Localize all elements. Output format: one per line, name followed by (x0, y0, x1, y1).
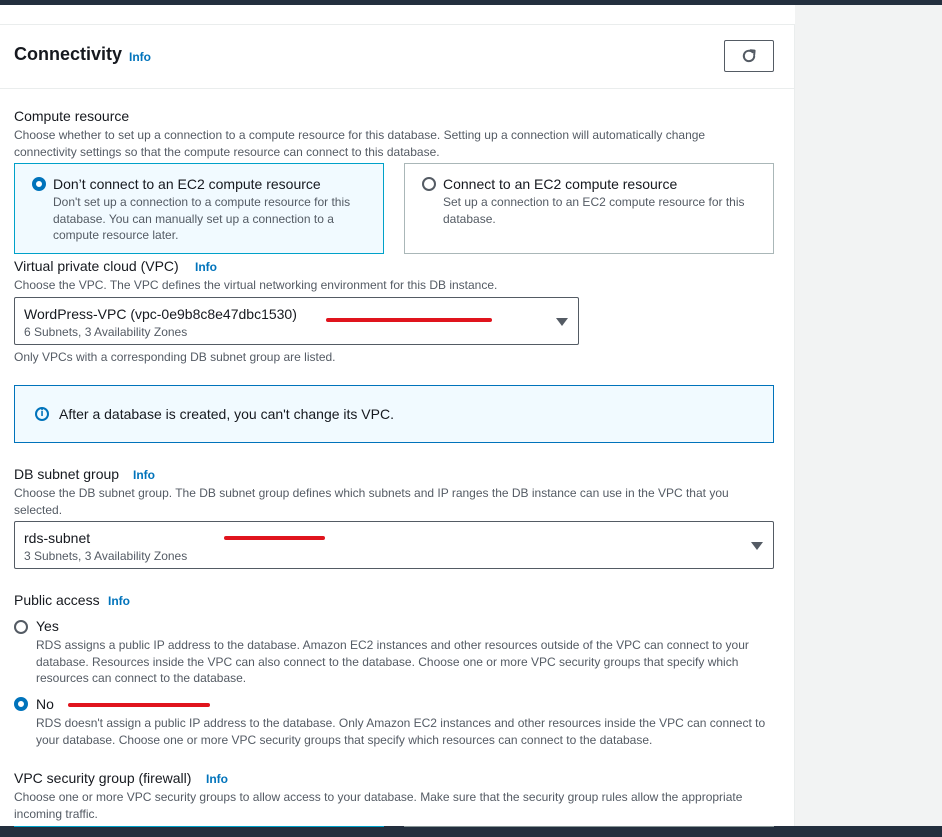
vpc-selected-detail: 6 Subnets, 3 Availability Zones (24, 325, 188, 339)
option-dont-connect-description: Don't set up a connection to a compute r… (53, 195, 351, 242)
connectivity-info-link[interactable]: Info (129, 50, 151, 64)
annotation-underline-subnet (224, 536, 325, 540)
vpc-note: Only VPCs with a corresponding DB subnet… (14, 350, 336, 364)
subnet-group-info-link[interactable]: Info (133, 468, 155, 482)
radio-public-no[interactable] (14, 697, 28, 711)
public-no-description: RDS doesn't assign a public IP address t… (36, 716, 766, 747)
radio-connect-ec2[interactable] (422, 177, 436, 191)
option-connect-ec2[interactable]: Connect to an EC2 compute resource Set u… (404, 163, 774, 254)
vpc-alert-text: After a database is created, you can't c… (59, 406, 394, 422)
option-dont-connect-title: Don’t connect to an EC2 compute resource (53, 176, 321, 192)
security-group-option-existing[interactable] (14, 826, 384, 837)
subnet-group-selected-detail: 3 Subnets, 3 Availability Zones (24, 549, 188, 563)
option-connect-description: Set up a connection to an EC2 compute re… (443, 195, 745, 226)
annotation-underline-public-no (68, 703, 210, 707)
compute-resource-label: Compute resource (14, 108, 130, 124)
radio-dont-connect-ec2[interactable] (32, 177, 46, 191)
security-group-label: VPC security group (firewall) (14, 770, 192, 786)
public-yes-description: RDS assigns a public IP address to the d… (36, 638, 749, 685)
option-connect-title: Connect to an EC2 compute resource (443, 176, 678, 192)
subnet-group-selected-value: rds-subnet (24, 530, 91, 546)
info-icon: i (35, 407, 49, 421)
public-access-info-link[interactable]: Info (108, 594, 130, 608)
public-yes-label[interactable]: Yes (36, 618, 59, 634)
vpc-alert: i After a database is created, you can't… (14, 385, 774, 443)
chevron-down-icon (556, 318, 568, 326)
subnet-group-label: DB subnet group (14, 466, 120, 482)
security-group-option-new[interactable] (404, 826, 774, 837)
annotation-underline-vpc (326, 318, 492, 322)
page-background (795, 5, 942, 837)
header-divider (0, 88, 795, 89)
vpc-info-link[interactable]: Info (195, 260, 217, 274)
radio-public-yes[interactable] (14, 620, 28, 634)
compute-resource-description: Choose whether to set up a connection to… (14, 128, 706, 159)
vpc-label: Virtual private cloud (VPC) (14, 258, 179, 274)
security-group-info-link[interactable]: Info (206, 772, 228, 786)
refresh-icon (742, 49, 756, 63)
security-group-description: Choose one or more VPC security groups t… (14, 790, 743, 821)
public-no-label[interactable]: No (36, 696, 54, 712)
refresh-button[interactable] (724, 40, 774, 72)
vpc-selected-value: WordPress-VPC (vpc-0e9b8c8e47dbc1530) (24, 306, 297, 322)
page-title: Connectivity (14, 44, 123, 64)
option-dont-connect-ec2[interactable]: Don’t connect to an EC2 compute resource… (14, 163, 384, 254)
vpc-select[interactable]: WordPress-VPC (vpc-0e9b8c8e47dbc1530) 6 … (14, 297, 579, 345)
subnet-group-select[interactable]: rds-subnet 3 Subnets, 3 Availability Zon… (14, 521, 774, 569)
vpc-description: Choose the VPC. The VPC defines the virt… (14, 278, 498, 292)
public-access-label: Public access (14, 592, 100, 608)
chevron-down-icon (751, 542, 763, 550)
subnet-group-description: Choose the DB subnet group. The DB subne… (14, 486, 729, 517)
